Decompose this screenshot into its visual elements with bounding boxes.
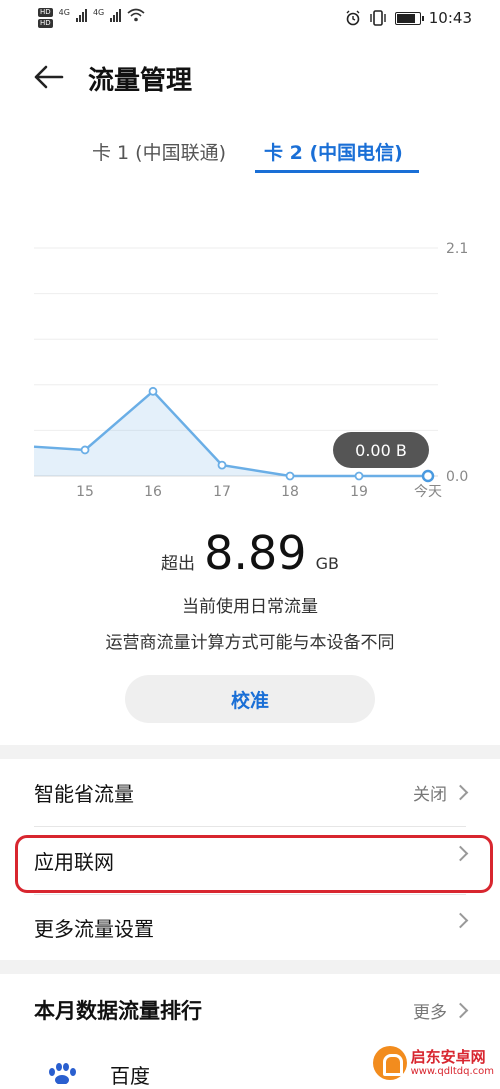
exceed-value: 8.89: [204, 526, 307, 580]
usage-type-text: 当前使用日常流量: [182, 597, 318, 617]
network-label: 4G: [92, 8, 105, 17]
watermark-url: www.qdltdq.com: [410, 1065, 494, 1077]
tab-sim-1[interactable]: 卡 1 (中国联通): [92, 138, 226, 165]
active-tab-indicator: [255, 170, 419, 173]
more-button[interactable]: 更多: [413, 998, 469, 1023]
x-tick-label: 19: [350, 484, 368, 500]
row-value: 关闭: [413, 785, 447, 805]
calibrate-button[interactable]: 校准: [125, 675, 375, 723]
data-point: [354, 471, 364, 481]
vibrate-icon: [370, 10, 386, 26]
row-separator: [34, 894, 466, 895]
hd-badge: HD: [38, 8, 53, 17]
wifi-icon: [127, 8, 145, 22]
data-point: [80, 445, 90, 455]
baidu-paw-icon: [49, 1063, 76, 1084]
tab-sim-2[interactable]: 卡 2 (中国电信): [264, 138, 403, 165]
data-point: [285, 471, 295, 481]
more-label: 更多: [413, 1003, 447, 1023]
x-tick-label: 18: [281, 484, 299, 500]
more-data-settings-row[interactable]: 更多流量设置: [0, 897, 500, 957]
ranking-title: 本月数据流量排行: [34, 999, 202, 1023]
status-left: HD HD 4G 4G: [38, 8, 145, 28]
chevron-right-icon: [452, 912, 469, 929]
watermark: 启东安卓网 www.qdltdq.com: [372, 1046, 494, 1080]
network-label: 4G: [58, 8, 70, 17]
usage-chart: 15 16 17 18 19 今天 2.1 0.0: [33, 241, 468, 500]
watermark-logo-icon: [372, 1046, 407, 1080]
x-tick-label: 16: [144, 484, 162, 500]
chevron-right-icon: [452, 784, 469, 801]
status-right: 10:43: [345, 9, 472, 27]
watermark-name: 启东安卓网: [410, 1048, 486, 1067]
chevron-right-icon: [452, 1002, 469, 1019]
battery-icon: [394, 11, 424, 25]
y-tick-label: 2.1: [446, 241, 468, 257]
alarm-icon: [346, 10, 360, 26]
smart-data-saver-row[interactable]: 智能省流量 关闭: [0, 762, 500, 822]
exceed-unit: GB: [315, 554, 339, 573]
chevron-right-icon: [452, 845, 469, 862]
row-separator: [34, 826, 466, 827]
x-tick-label: 15: [76, 484, 94, 500]
exceed-label: 超出: [161, 554, 195, 574]
signal-icon: [75, 8, 87, 22]
y-tick-label: 0.0: [446, 469, 468, 485]
chart-tooltip: 0.00 B: [333, 432, 429, 468]
data-point: [148, 386, 158, 396]
x-tick-label: 17: [213, 484, 231, 500]
data-point: [421, 469, 435, 483]
section-divider: [0, 745, 500, 759]
row-label: 更多流量设置: [34, 917, 154, 941]
app-name: 百度: [110, 1064, 150, 1088]
row-label: 应用联网: [34, 850, 114, 874]
data-point: [217, 460, 227, 470]
app-networking-row[interactable]: 应用联网: [0, 830, 500, 890]
signal-icon: [110, 8, 122, 22]
clock: 10:43: [428, 9, 472, 27]
exceed-summary: 超出 8.89 GB: [0, 526, 500, 580]
page-title: 流量管理: [88, 66, 193, 96]
section-divider: [0, 960, 500, 974]
x-tick-label: 今天: [414, 484, 442, 500]
row-label: 智能省流量: [34, 782, 134, 806]
status-bar: HD HD 4G 4G 10:43: [0, 0, 500, 40]
hd-badge: HD: [38, 19, 53, 28]
back-arrow-icon[interactable]: [32, 62, 66, 92]
carrier-note-text: 运营商流量计算方式可能与本设备不同: [105, 633, 395, 653]
